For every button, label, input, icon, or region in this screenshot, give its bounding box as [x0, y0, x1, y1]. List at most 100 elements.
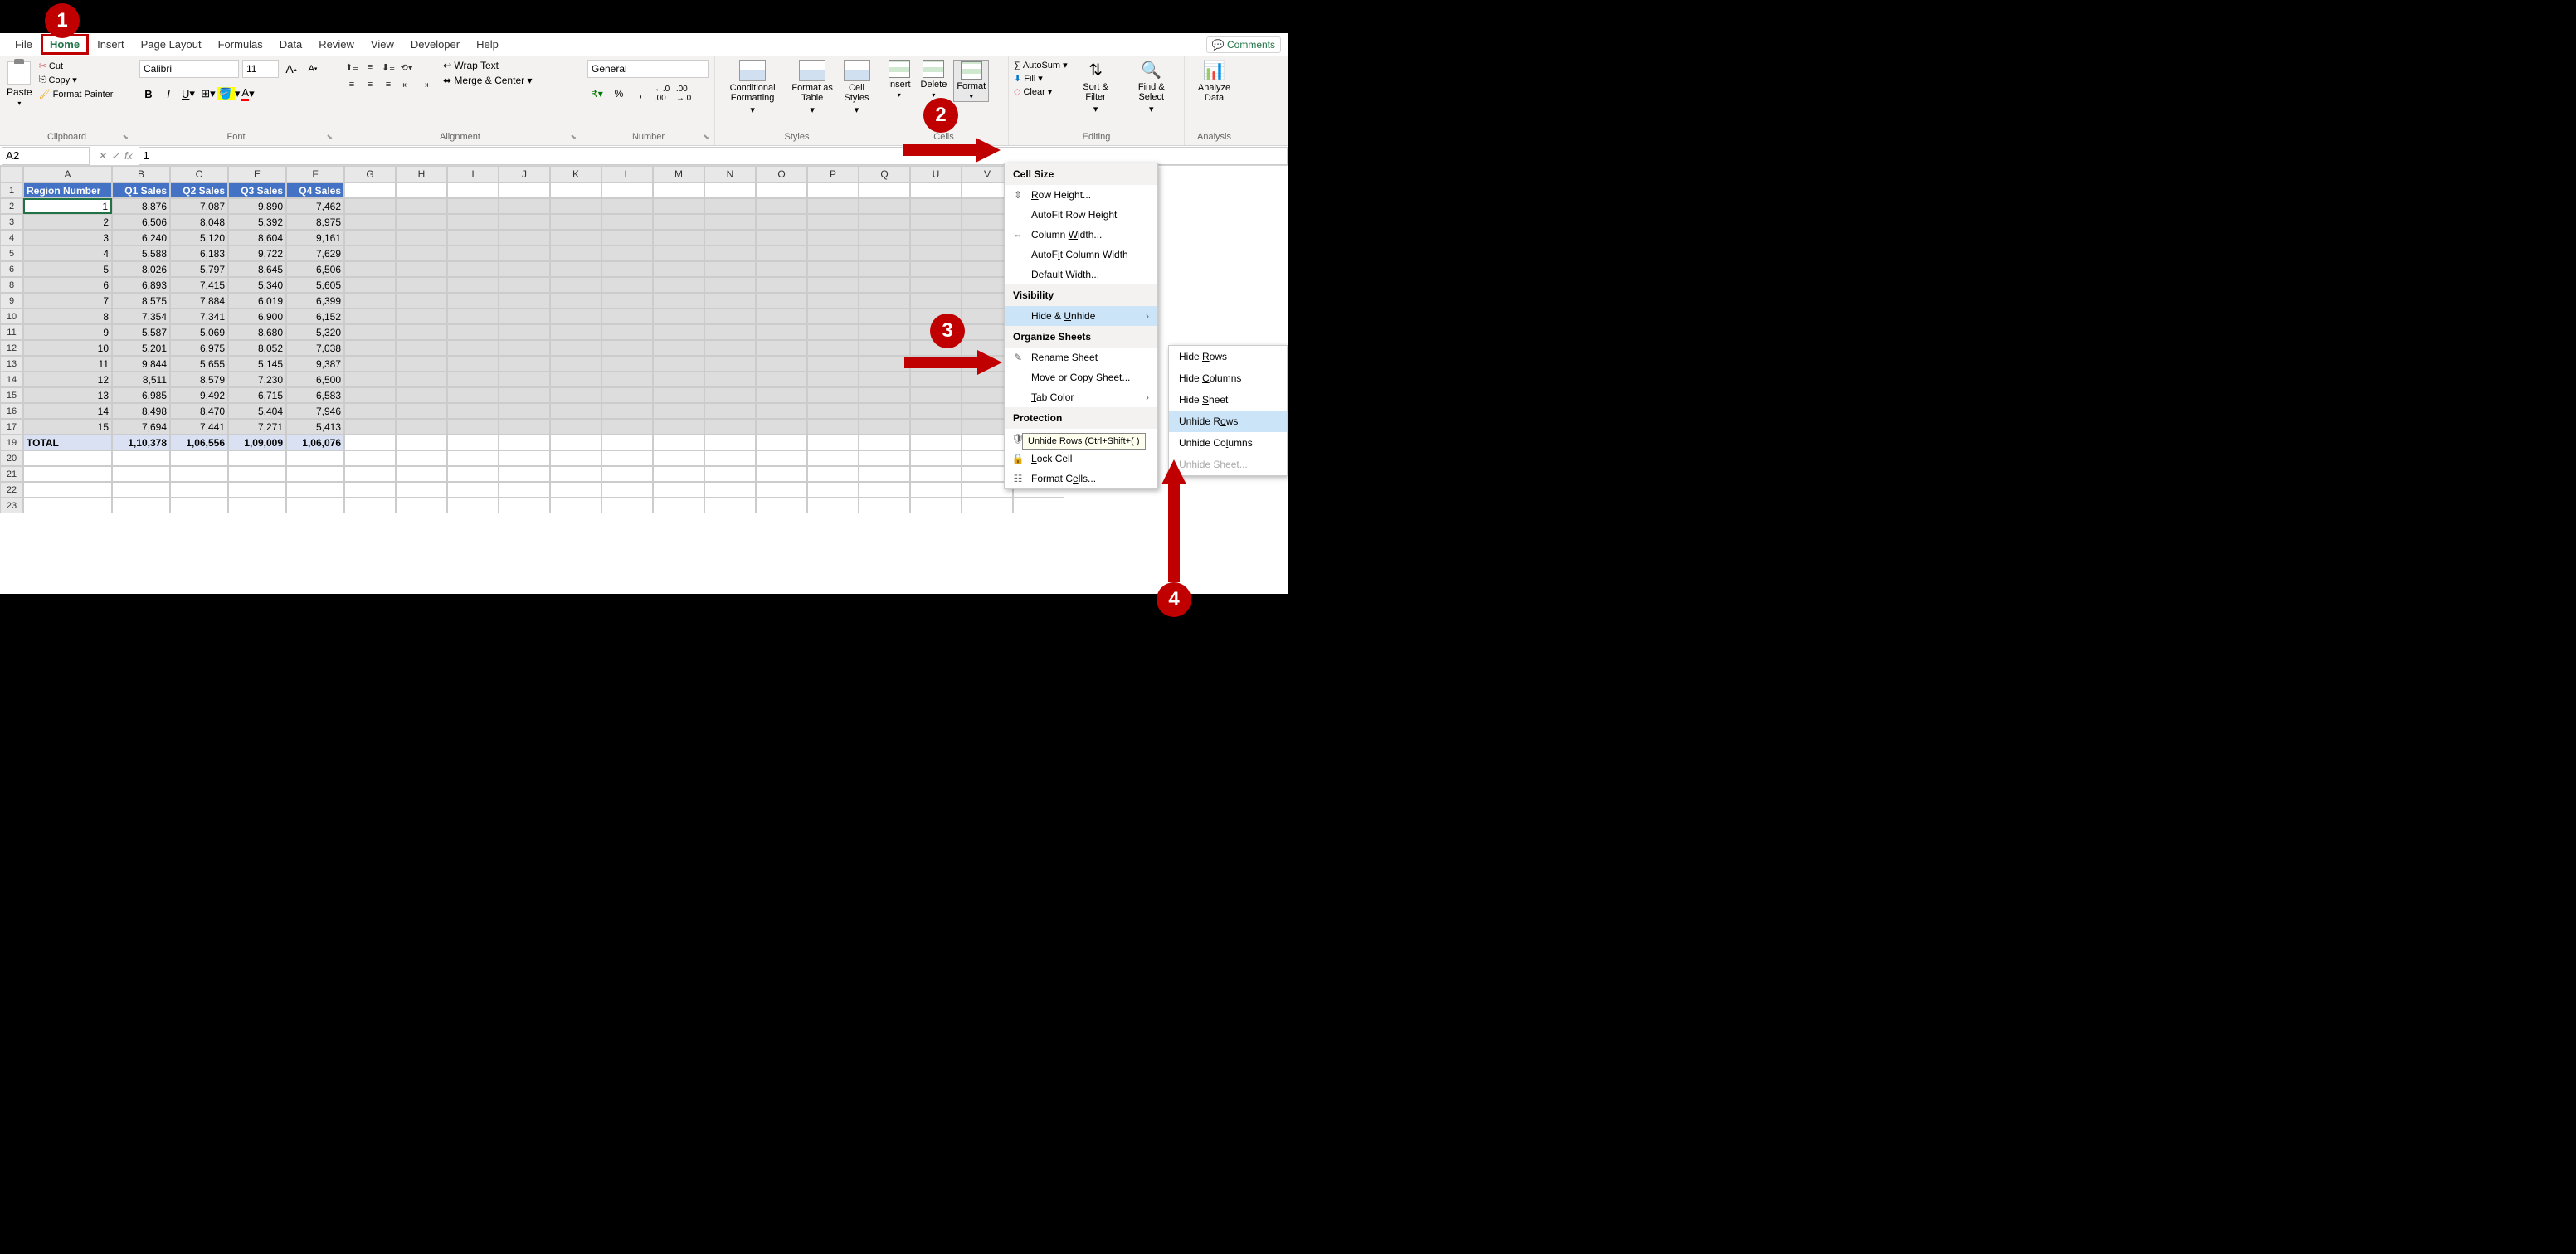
cell[interactable]	[601, 340, 653, 356]
cell[interactable]	[550, 214, 601, 230]
cell[interactable]	[910, 261, 962, 277]
cell[interactable]	[704, 403, 756, 419]
cell[interactable]	[499, 230, 550, 245]
cell[interactable]	[859, 387, 910, 403]
cell[interactable]	[344, 498, 396, 513]
cell[interactable]	[344, 419, 396, 435]
cell[interactable]	[499, 419, 550, 435]
cell[interactable]	[653, 482, 704, 498]
cell[interactable]	[447, 372, 499, 387]
cell[interactable]	[807, 403, 859, 419]
cell[interactable]: 5,392	[228, 214, 286, 230]
cell[interactable]	[704, 324, 756, 340]
cell[interactable]	[499, 245, 550, 261]
menu-autofit-row[interactable]: AutoFit Row Height	[1005, 205, 1157, 225]
cell[interactable]	[756, 214, 807, 230]
align-bottom-button[interactable]: ⬇≡	[380, 60, 397, 75]
cell[interactable]: 5,145	[228, 356, 286, 372]
cell[interactable]	[653, 372, 704, 387]
fill-button[interactable]: ⬇Fill ▾	[1014, 73, 1068, 84]
cell[interactable]: 6	[23, 277, 112, 293]
cell[interactable]: 5,587	[112, 324, 170, 340]
cell[interactable]: 5,320	[286, 324, 344, 340]
col-header[interactable]: F	[286, 166, 344, 182]
menu-unhide-columns[interactable]: Unhide Columns	[1169, 432, 1287, 454]
tab-review[interactable]: Review	[310, 35, 363, 54]
cell[interactable]: 5,797	[170, 261, 228, 277]
cell[interactable]	[112, 498, 170, 513]
cell[interactable]	[704, 245, 756, 261]
cell[interactable]	[601, 387, 653, 403]
find-select-button[interactable]: 🔍Find & Select▾	[1124, 60, 1179, 114]
cell[interactable]: 1,06,556	[170, 435, 228, 450]
row-header[interactable]: 9	[0, 293, 23, 309]
cell[interactable]	[756, 245, 807, 261]
merge-center-button[interactable]: ⬌ Merge & Center ▾	[443, 75, 532, 86]
menu-hide-columns[interactable]: Hide Columns	[1169, 367, 1287, 389]
row-header[interactable]: 19	[0, 435, 23, 450]
cell[interactable]	[756, 309, 807, 324]
percent-button[interactable]: %	[609, 85, 629, 103]
cell[interactable]	[807, 324, 859, 340]
cell[interactable]	[447, 230, 499, 245]
row-header[interactable]: 10	[0, 309, 23, 324]
increase-font-button[interactable]: A▴	[282, 60, 300, 78]
cell[interactable]	[228, 498, 286, 513]
cell[interactable]: 13	[23, 387, 112, 403]
align-left-button[interactable]: ≡	[343, 77, 360, 92]
cell[interactable]	[704, 387, 756, 403]
cell[interactable]	[396, 293, 447, 309]
cell[interactable]	[653, 498, 704, 513]
cell[interactable]	[601, 435, 653, 450]
align-right-button[interactable]: ≡	[380, 77, 397, 92]
cancel-formula-icon[interactable]: ✕	[98, 150, 106, 162]
cell[interactable]: 8,511	[112, 372, 170, 387]
cell[interactable]: 7,629	[286, 245, 344, 261]
cell[interactable]	[396, 403, 447, 419]
cell[interactable]	[447, 482, 499, 498]
menu-rename-sheet[interactable]: ✎Rename Sheet	[1005, 348, 1157, 367]
cell[interactable]	[447, 198, 499, 214]
cell[interactable]	[286, 450, 344, 466]
font-size-input[interactable]	[242, 60, 279, 78]
cell[interactable]	[601, 498, 653, 513]
cell[interactable]	[112, 482, 170, 498]
cell[interactable]	[344, 198, 396, 214]
cell[interactable]	[23, 498, 112, 513]
cell[interactable]	[344, 403, 396, 419]
cell[interactable]	[653, 324, 704, 340]
tab-page-layout[interactable]: Page Layout	[133, 35, 210, 54]
row-header[interactable]: 22	[0, 482, 23, 498]
cell[interactable]	[228, 482, 286, 498]
decrease-font-button[interactable]: A▾	[304, 60, 322, 78]
cell[interactable]: 3	[23, 230, 112, 245]
col-header[interactable]: M	[653, 166, 704, 182]
cell[interactable]	[756, 466, 807, 482]
tab-help[interactable]: Help	[468, 35, 507, 54]
menu-tab-color[interactable]: Tab Color›	[1005, 387, 1157, 407]
cell[interactable]	[704, 198, 756, 214]
cell[interactable]	[859, 214, 910, 230]
cell[interactable]	[499, 340, 550, 356]
menu-hide-rows[interactable]: Hide Rows	[1169, 346, 1287, 367]
cell[interactable]	[601, 466, 653, 482]
cell[interactable]	[396, 356, 447, 372]
font-launcher[interactable]: ⬊	[326, 133, 333, 142]
cell[interactable]	[601, 324, 653, 340]
analyze-data-button[interactable]: 📊Analyze Data	[1190, 60, 1239, 103]
cell[interactable]	[756, 419, 807, 435]
cell[interactable]	[550, 450, 601, 466]
cell[interactable]: 5,340	[228, 277, 286, 293]
col-header[interactable]: P	[807, 166, 859, 182]
cell[interactable]	[756, 450, 807, 466]
cell[interactable]	[807, 498, 859, 513]
cell[interactable]	[601, 450, 653, 466]
insert-cells-button[interactable]: Insert▾	[884, 60, 914, 99]
menu-hide-unhide[interactable]: Hide & Unhide›	[1005, 306, 1157, 326]
cell[interactable]	[756, 324, 807, 340]
cell[interactable]	[859, 466, 910, 482]
row-header[interactable]: 6	[0, 261, 23, 277]
cell[interactable]	[499, 387, 550, 403]
cell[interactable]	[499, 356, 550, 372]
cell[interactable]	[910, 293, 962, 309]
